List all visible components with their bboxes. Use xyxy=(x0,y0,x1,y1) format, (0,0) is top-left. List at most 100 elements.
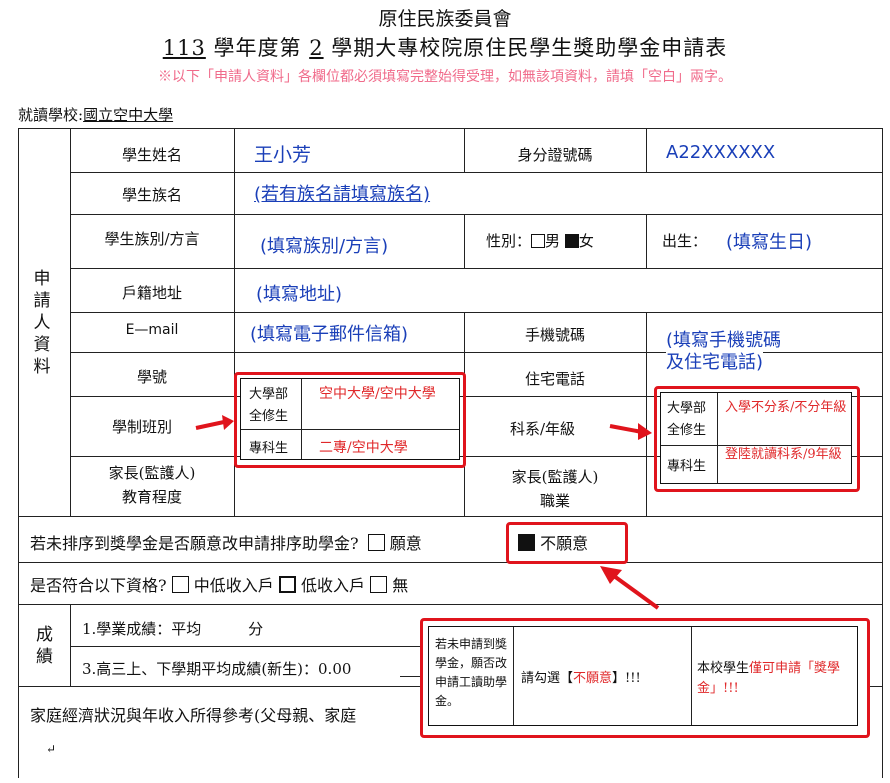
title-part2: 學期大專校院原住民學生獎助學金申請表 xyxy=(331,36,728,60)
program-arrow-icon xyxy=(195,415,234,430)
parent-edu-label-2: 教育程度 xyxy=(121,488,182,506)
dept-table: 大學部 全修生 入學不分系/不分年級 專科生 登陸就讀科系/9年級 xyxy=(660,392,852,484)
parent-job-label-2: 職業 xyxy=(539,492,570,510)
school-label: 就讀學校: xyxy=(18,106,84,124)
tribe-label: 學生族名 xyxy=(121,186,182,204)
row-line xyxy=(70,312,882,313)
low-middle-income-label: 中低收入戶 xyxy=(193,576,274,595)
note-col xyxy=(513,627,514,725)
dialect-label: 學生族別/方言 xyxy=(104,230,200,248)
id-field[interactable]: A22XXXXXX xyxy=(666,142,775,163)
dept-r1-label-1: 大學部 xyxy=(667,401,707,416)
note-instruction-b: 不願意 xyxy=(573,671,613,686)
year-value: 113 xyxy=(162,36,206,60)
gender-group: 性別： 男 女 xyxy=(486,230,594,251)
question1-no-checkbox[interactable] xyxy=(518,534,535,551)
row-line xyxy=(70,172,882,173)
dept-r1-value: 入學不分系/不分年級 xyxy=(725,400,847,415)
birth-field[interactable]: (填寫生日) xyxy=(726,228,812,254)
notice-text: ※以下「申請人資料」各欄位都必須填寫完整始得受理，如無該項資料，請填「空白」兩字… xyxy=(158,69,732,85)
program-table: 大學部 全修生 空中大學/空中大學 專科生 二專/空中大學 xyxy=(240,378,460,460)
dept-r2-value: 登陸就讀科系/9年級 xyxy=(725,447,842,462)
school-value: 國立空中大學 xyxy=(83,106,174,124)
row-line xyxy=(70,268,882,269)
question1: 若未排序到獎學金是否願意改申請排序助學金? 願意 xyxy=(30,530,422,554)
grades-line1-unit: 分 xyxy=(248,620,264,638)
low-middle-income-checkbox[interactable] xyxy=(171,576,189,593)
program-table-row xyxy=(241,429,459,430)
grades-line1: 1.學業成績：平均 分 xyxy=(82,618,263,639)
row-line xyxy=(18,604,883,605)
program-r1-label-2: 全修生 xyxy=(249,409,289,424)
name-label: 學生姓名 xyxy=(121,146,182,164)
grades-line1-label: 1.學業成績：平均 xyxy=(82,620,202,638)
col-line xyxy=(646,312,647,516)
home-phone-label: 住宅電話 xyxy=(524,370,585,388)
dept-label: 科系/年級 xyxy=(510,420,576,438)
note-instruction: 請勾選【不願意】!!! xyxy=(521,667,641,686)
mobile-label: 手機號碼 xyxy=(524,326,585,344)
question1-yes-label: 願意 xyxy=(389,534,422,553)
gender-male-checkbox[interactable] xyxy=(531,234,546,248)
grades-label: 成績 xyxy=(36,625,53,667)
parent-edu-label-1: 家長(監護人) xyxy=(108,464,196,482)
note-instruction-c: 】!!! xyxy=(612,671,641,686)
dept-r2-label: 專科生 xyxy=(667,459,707,474)
question1-text: 若未排序到獎學金是否願意改申請排序助學金? xyxy=(30,534,359,553)
birth-label: 出生： xyxy=(662,232,708,250)
student-no-label: 學號 xyxy=(136,368,167,386)
side-label: 申請人資料 xyxy=(33,269,51,377)
program-label: 學制班別 xyxy=(112,418,173,436)
email-label: E—mail xyxy=(125,322,179,338)
note-instruction-a: 請勾選【 xyxy=(521,671,574,686)
form-title: 113 學年度第 2 學期大專校院原住民學生獎助學金申請表 xyxy=(0,32,890,62)
program-r2-label: 專科生 xyxy=(249,441,289,456)
address-label: 戶籍地址 xyxy=(121,284,182,302)
enter-mark: ↵ xyxy=(46,742,57,756)
note-col xyxy=(691,627,692,725)
note-restriction-a: 本校學生 xyxy=(697,661,750,676)
col-line xyxy=(646,214,647,268)
gender-male-label: 男 xyxy=(545,232,561,250)
note-restriction: 本校學生僅可申請「獎學金」!!! xyxy=(697,659,853,699)
agency-title: 原住民族委員會 xyxy=(378,8,512,30)
title-part1: 學年度第 xyxy=(213,36,302,60)
none-checkbox[interactable] xyxy=(370,576,388,593)
dialect-field[interactable]: (填寫族別/方言) xyxy=(260,232,388,258)
question1-yes-checkbox[interactable] xyxy=(367,534,385,551)
row-line xyxy=(18,516,883,517)
gender-female-label: 女 xyxy=(578,232,594,250)
program-r1-label-1: 大學部 xyxy=(249,387,289,402)
name-field[interactable]: 王小芳 xyxy=(254,140,311,167)
email-field[interactable]: (填寫電子郵件信箱) xyxy=(250,320,408,346)
mobile-field-line2[interactable]: 及住宅電話) xyxy=(666,348,764,374)
row-line xyxy=(70,646,430,647)
school-line: 就讀學校:國立空中大學 xyxy=(18,104,173,125)
grades-line3: 3.高三上、下學期平均成績(新生)：0.00 xyxy=(82,660,352,678)
question2-text: 是否符合以下資格? xyxy=(30,576,167,595)
low-income-checkbox[interactable] xyxy=(278,576,296,593)
gender-label: 性別： xyxy=(486,232,532,250)
family-text: 家庭經濟狀況與年收入所得參考(父母親、家庭 xyxy=(30,706,357,725)
program-table-col xyxy=(301,379,302,459)
tribe-field[interactable]: (若有族名請填寫族名) xyxy=(254,180,430,206)
question1-no-label: 不願意 xyxy=(540,534,589,553)
program-r1-value: 空中大學/空中大學 xyxy=(319,386,436,402)
row-line xyxy=(70,214,882,215)
col-line xyxy=(646,128,647,172)
note-table: 若未申請到獎學金，願否改申請工讀助學金。 請勾選【不願意】!!! 本校學生僅可申… xyxy=(428,626,858,726)
gender-female-checkbox[interactable] xyxy=(564,234,579,248)
col-line xyxy=(70,604,71,686)
question1-no-option: 不願意 xyxy=(518,530,588,554)
id-label: 身分證號碼 xyxy=(517,146,593,164)
low-income-label: 低收入戶 xyxy=(300,576,365,595)
dept-arrow-icon xyxy=(609,423,652,440)
col-line xyxy=(464,214,465,268)
dept-r1-label-2: 全修生 xyxy=(667,423,707,438)
dept-table-col xyxy=(717,393,718,483)
address-field[interactable]: (填寫地址) xyxy=(256,280,342,306)
note-question: 若未申請到獎學金，願否改申請工讀助學金。 xyxy=(435,637,508,708)
semester-value: 2 xyxy=(309,36,324,60)
none-label: 無 xyxy=(392,576,409,595)
program-r2-value: 二專/空中大學 xyxy=(319,440,408,456)
